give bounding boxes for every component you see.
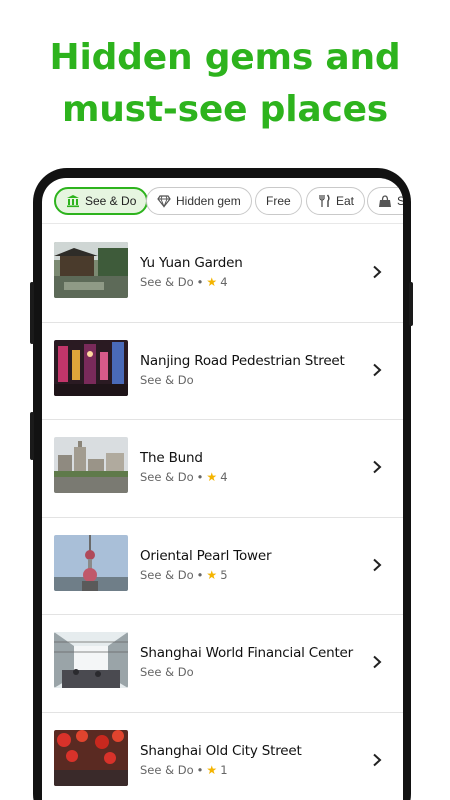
place-name: The Bund [140, 450, 203, 467]
chip-label: Hidden gem [176, 194, 241, 208]
place-photo [54, 632, 128, 689]
chevron-right-icon[interactable] [370, 460, 384, 474]
chevron-right-icon[interactable] [370, 655, 384, 669]
meta-separator: • [196, 470, 204, 485]
headline-line-1: Hidden gems and [49, 37, 401, 78]
chip-shopping[interactable]: S [367, 187, 403, 215]
place-category: See & Do [140, 762, 194, 777]
place-meta: See & Do [140, 665, 194, 679]
chevron-right-icon[interactable] [370, 265, 384, 279]
place-photo [54, 339, 128, 396]
place-meta: See & Do • ★ 5 [140, 568, 228, 582]
place-name: Oriental Pearl Tower [140, 547, 272, 564]
shopping-bag-icon [378, 194, 392, 208]
promo-headline: Hidden gems and must-see places [0, 32, 450, 136]
place-rating: 1 [220, 762, 228, 777]
chevron-right-icon[interactable] [370, 753, 384, 767]
star-icon: ★ [206, 275, 218, 289]
place-category: See & Do [140, 470, 194, 485]
chip-free[interactable]: Free [255, 187, 302, 215]
phone-power-button [409, 282, 413, 326]
place-photo [54, 242, 128, 298]
chip-label: Eat [336, 194, 355, 208]
list-item[interactable]: Shanghai World Financial Center See & Do [42, 615, 403, 713]
place-name: Shanghai World Financial Center [140, 645, 354, 662]
chip-hidden-gem[interactable]: Hidden gem [146, 187, 252, 215]
star-icon: ★ [206, 567, 218, 582]
chip-label: See & Do [85, 194, 137, 208]
chip-see-and-do[interactable]: See & Do [54, 187, 149, 215]
places-list: Yu Yuan Garden See & Do • ★ 4 Nanjing Ro… [42, 225, 403, 800]
museum-icon [66, 194, 80, 208]
phone-side-button [30, 412, 34, 460]
place-name: Shanghai Old City Street [140, 742, 302, 759]
meta-separator: • [196, 275, 204, 289]
list-item[interactable]: The Bund See & Do • ★ 4 [42, 420, 403, 518]
place-category: See & Do [140, 567, 194, 582]
place-meta: See & Do • ★ 4 [140, 470, 228, 484]
star-icon: ★ [206, 762, 218, 777]
chevron-right-icon[interactable] [370, 558, 384, 572]
place-photo [54, 534, 128, 591]
headline-line-2: must-see places [61, 89, 389, 130]
place-meta: See & Do • ★ 4 [140, 275, 228, 289]
chip-label: S [397, 194, 403, 208]
place-rating: 5 [220, 567, 228, 582]
phone-screen: See & Do Hidden gem Free Eat S [42, 178, 403, 800]
fork-knife-icon [317, 194, 331, 208]
place-category: See & Do [140, 372, 194, 387]
place-rating: 4 [220, 275, 228, 289]
place-category: See & Do [140, 665, 194, 680]
phone-volume-button [30, 282, 34, 344]
place-rating: 4 [220, 470, 228, 485]
place-name: Yu Yuan Garden [140, 255, 243, 271]
chip-label: Free [266, 194, 291, 208]
chevron-right-icon[interactable] [370, 363, 384, 377]
place-photo [54, 729, 128, 786]
filter-chip-bar[interactable]: See & Do Hidden gem Free Eat S [42, 178, 403, 224]
list-item[interactable]: Yu Yuan Garden See & Do • ★ 4 [42, 225, 403, 323]
meta-separator: • [196, 567, 204, 582]
place-category: See & Do [140, 275, 194, 289]
place-meta: See & Do [140, 373, 194, 387]
place-photo [54, 437, 128, 494]
diamond-icon [157, 194, 171, 208]
place-meta: See & Do • ★ 1 [140, 763, 228, 777]
chip-eat[interactable]: Eat [306, 187, 366, 215]
star-icon: ★ [206, 470, 218, 485]
meta-separator: • [196, 762, 204, 777]
list-item[interactable]: Oriental Pearl Tower See & Do • ★ 5 [42, 518, 403, 616]
list-item[interactable]: Shanghai Old City Street See & Do • ★ 1 [42, 713, 403, 800]
place-name: Nanjing Road Pedestrian Street [140, 352, 345, 369]
list-item[interactable]: Nanjing Road Pedestrian Street See & Do [42, 323, 403, 421]
